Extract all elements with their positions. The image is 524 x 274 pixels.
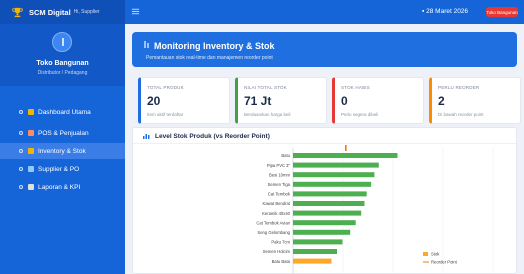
avatar-glyph xyxy=(62,38,64,46)
stock-level-chart: Batu Pipa PVC 3" Besi 10mm Semen Tiga Cat Te… xyxy=(256,145,494,273)
stat-card-reorder: Perlu Reorder 2 Di bawah reorder point xyxy=(429,77,521,124)
boxes-icon xyxy=(144,41,149,48)
category-label: Batu xyxy=(281,153,290,158)
report-icon xyxy=(28,184,34,190)
sidebar-item-pos[interactable]: POS & Penjualan xyxy=(0,125,125,141)
sidebar-item-label: Laporan & KPI xyxy=(38,183,81,191)
stat-value: 71 Jt xyxy=(244,94,272,108)
stat-label: Total Produk xyxy=(147,85,184,90)
stock-bar xyxy=(293,172,375,178)
page-title: Monitoring Inventory & Stok xyxy=(154,41,275,51)
category-label: Semen Tiga xyxy=(268,182,291,187)
stat-label: Stok Habis xyxy=(341,85,370,90)
sidebar: Toko Bangunan Distributor / Pedagang Das… xyxy=(0,24,125,274)
brand[interactable]: SCM Digital Hi, Supplier xyxy=(0,0,125,24)
trophy-icon xyxy=(12,7,23,17)
category-label: Besi 10mm xyxy=(269,172,290,177)
home-icon xyxy=(28,109,34,115)
stat-label: Perlu Reorder xyxy=(438,85,480,90)
stat-desc: Item aktif terdaftar xyxy=(147,112,184,117)
stock-bar xyxy=(293,249,337,254)
legend-label-stock: Stok xyxy=(431,252,440,257)
stock-chart-card: Level Stok Produk (vs Reorder Point) Bat… xyxy=(132,127,517,274)
sidebar-item-label: POS & Penjualan xyxy=(38,129,89,137)
main-content: Monitoring Inventory & Stok Pemantauan s… xyxy=(125,24,524,274)
stat-value: 20 xyxy=(147,94,161,108)
truck-icon xyxy=(28,166,34,172)
store-role: Distributor / Pedagang xyxy=(37,70,88,76)
sidebar-item-label: Supplier & PO xyxy=(38,165,80,173)
top-bar: SCM Digital Hi, Supplier ▪ 28 Maret 2026… xyxy=(0,0,524,24)
brand-sub: Hi, Supplier xyxy=(73,9,100,15)
store-name: Toko Bangunan xyxy=(36,60,89,67)
sidebar-item-label: Dashboard Utama xyxy=(38,108,91,116)
page-subtitle: Pemantauan stok real-time dan manajemen … xyxy=(146,55,273,61)
stat-desc: Berdasarkan harga beli xyxy=(244,112,291,117)
menu-icon[interactable] xyxy=(131,7,140,16)
category-label: Cat Tembok Avian xyxy=(256,220,290,225)
category-label: Cat Tembok xyxy=(268,192,291,197)
nav-bullet xyxy=(19,149,23,153)
brand-name: SCM Digital xyxy=(29,7,71,17)
stat-card-total-products: Total Produk 20 Item aktif terdaftar xyxy=(138,77,230,124)
current-date: ▪ 28 Maret 2026 xyxy=(422,8,468,15)
stock-bar xyxy=(293,201,365,206)
stat-value: 0 xyxy=(341,94,348,108)
stock-bar xyxy=(293,229,351,235)
store-profile: Toko Bangunan Distributor / Pedagang xyxy=(0,24,125,86)
stat-label: Nilai Total Stok xyxy=(244,85,287,90)
category-label: Keramik 40x40 xyxy=(262,211,291,216)
stock-bar xyxy=(293,220,356,226)
stat-card-stock-value: Nilai Total Stok 71 Jt Berdasarkan harga… xyxy=(235,77,327,124)
legend-swatch-stock xyxy=(423,252,428,256)
nav-bullet xyxy=(19,185,23,189)
stock-bar xyxy=(293,191,367,197)
stat-card-out-of-stock: Stok Habis 0 Perlu segera dibeli xyxy=(332,77,424,124)
nav-bullet xyxy=(19,131,23,135)
chart-header: Level Stok Produk (vs Reorder Point) xyxy=(133,128,516,144)
legend-label-reorder: Reorder Point xyxy=(431,260,458,265)
stock-bar xyxy=(293,153,398,158)
stock-bar xyxy=(293,210,362,216)
category-label: Kawat Bendrat xyxy=(263,201,291,206)
stat-desc: Perlu segera dibeli xyxy=(341,112,379,117)
store-avatar[interactable] xyxy=(52,32,72,52)
category-label: Pipa PVC 3" xyxy=(267,163,291,168)
category-label: Semen Holcim xyxy=(263,249,291,254)
sidebar-item-label: Inventory & Stok xyxy=(38,147,86,155)
page-header: Monitoring Inventory & Stok Pemantauan s… xyxy=(132,32,517,67)
app-root: SCM Digital Hi, Supplier ▪ 28 Maret 2026… xyxy=(0,0,524,274)
stock-bar xyxy=(293,162,379,168)
sidebar-item-supplier[interactable]: Supplier & PO xyxy=(0,161,125,177)
box-icon xyxy=(28,148,34,154)
date-text: 28 Maret 2026 xyxy=(426,8,469,15)
cart-icon xyxy=(28,130,34,136)
bar-chart-icon xyxy=(143,134,150,139)
chart-title: Level Stok Produk (vs Reorder Point) xyxy=(155,133,270,140)
stock-bar xyxy=(293,181,372,187)
stock-bar xyxy=(293,258,332,264)
category-label: Paku 7cm xyxy=(271,240,290,245)
nav-bullet xyxy=(19,167,23,171)
nav-bullet xyxy=(19,110,23,114)
role-badge[interactable]: Toko Bangunan xyxy=(486,7,518,17)
sidebar-item-dashboard[interactable]: Dashboard Utama xyxy=(0,104,125,120)
sidebar-item-reports[interactable]: Laporan & KPI xyxy=(0,179,125,195)
stat-value: 2 xyxy=(438,94,445,108)
sidebar-item-inventory[interactable]: Inventory & Stok xyxy=(0,143,125,159)
category-label: Seng Gelombang xyxy=(257,230,290,235)
stock-bar xyxy=(293,239,343,245)
category-label: Batu Bata xyxy=(272,259,291,264)
reorder-marker xyxy=(345,145,347,151)
stat-desc: Di bawah reorder point xyxy=(438,112,484,117)
